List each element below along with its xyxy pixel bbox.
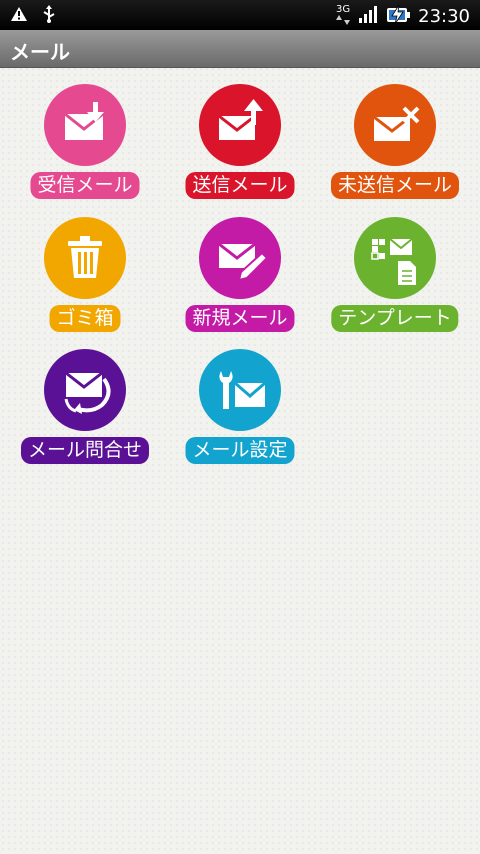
tile-unsent[interactable]: 未送信メール xyxy=(320,84,470,204)
page-title: メール xyxy=(10,40,70,64)
signal-icon xyxy=(358,5,378,27)
unsent-mail-icon xyxy=(354,84,436,166)
template-icon xyxy=(354,217,436,299)
title-bar: メール xyxy=(0,30,480,68)
tile-label: テンプレート xyxy=(331,305,459,332)
inbox-mail-icon xyxy=(44,84,126,166)
tile-mail-settings[interactable]: メール設定 xyxy=(165,349,315,469)
network-3g-icon: 3G xyxy=(336,3,351,28)
battery-charging-icon xyxy=(386,3,411,29)
usb-icon xyxy=(42,5,56,27)
warning-icon xyxy=(10,6,28,26)
send-mail-icon xyxy=(199,84,281,166)
mail-settings-icon xyxy=(199,349,281,431)
tile-label: 新規メール xyxy=(185,305,295,332)
trash-icon xyxy=(44,217,126,299)
tile-label: ゴミ箱 xyxy=(49,305,121,332)
tile-inbox[interactable]: 受信メール xyxy=(10,84,160,204)
status-bar: 3G 23:30 xyxy=(0,0,480,30)
tile-trash[interactable]: ゴミ箱 xyxy=(10,217,160,337)
mail-inquiry-icon xyxy=(44,349,126,431)
tile-sent[interactable]: 送信メール xyxy=(165,84,315,204)
tile-label: 未送信メール xyxy=(330,172,460,199)
tile-mail-inquiry[interactable]: メール問合せ xyxy=(10,349,160,469)
tile-label: 受信メール xyxy=(30,172,140,199)
new-mail-icon xyxy=(199,217,281,299)
tile-template[interactable]: テンプレート xyxy=(320,217,470,337)
tile-label: 送信メール xyxy=(185,172,295,199)
tile-label: メール設定 xyxy=(185,437,295,464)
tile-new-mail[interactable]: 新規メール xyxy=(165,217,315,337)
network-label: 3G xyxy=(336,3,351,15)
clock: 23:30 xyxy=(418,5,470,27)
tile-label: メール問合せ xyxy=(20,437,150,464)
